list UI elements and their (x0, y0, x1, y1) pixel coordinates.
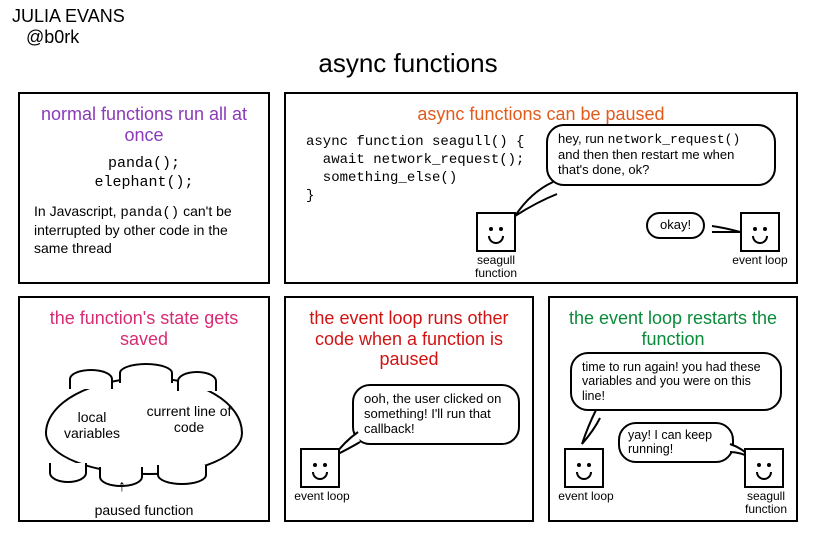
panel-event-loop-runs-other: the event loop runs other code when a fu… (284, 296, 534, 522)
bubble-code: network_request() (608, 132, 741, 147)
speech-bubble-seagull: hey, run network_request() and then then… (546, 124, 776, 186)
panel1-code: panda(); elephant(); (30, 155, 258, 193)
face-icon (566, 450, 602, 486)
panel5-title: the event loop restarts the function (560, 306, 786, 355)
speech-bubble-event-loop: ooh, the user clicked on something! I'll… (352, 384, 520, 445)
character-label: seagull function (466, 254, 526, 279)
author-handle: @b0rk (12, 27, 125, 48)
speech-bubble-yay: yay! I can keep running! (618, 422, 734, 463)
author-credit: JULIA EVANS @b0rk (12, 6, 125, 47)
bubble-text: and then then restart me when that's don… (558, 147, 734, 177)
speech-tail-icon (710, 220, 744, 238)
author-name: JULIA EVANS (12, 6, 125, 26)
panel1-title: normal functions run all at once (30, 102, 258, 151)
panel3-title: the function's state gets saved (30, 306, 258, 355)
character-event-loop (740, 212, 780, 252)
comic-title: async functions (0, 48, 816, 79)
panel4-title: the event loop runs other code when a fu… (296, 306, 522, 376)
character-event-loop (300, 448, 340, 488)
speech-tail-icon (511, 180, 561, 220)
panel-state-saved: the function's state gets saved local va… (18, 296, 270, 522)
character-label: event loop (730, 254, 790, 267)
thought-cloud: local variables current line of code (39, 365, 249, 495)
code-line: elephant(); (30, 174, 258, 193)
speech-bubble-restart: time to run again! you had these variabl… (570, 352, 782, 411)
code-line: panda(); (30, 155, 258, 174)
arrow-up-icon: ↑ (118, 478, 126, 496)
panel3-caption: paused function (20, 502, 268, 518)
panel1-note: In Javascript, panda() can't be interrup… (30, 203, 258, 258)
panel-event-loop-restarts: the event loop restarts the function tim… (548, 296, 798, 522)
face-icon (302, 450, 338, 486)
face-icon (746, 450, 782, 486)
cloud-text-right: current line of code (143, 403, 235, 435)
character-label: event loop (556, 490, 616, 503)
panel-normal-functions: normal functions run all at once panda()… (18, 92, 270, 284)
bubble-text: hey, run (558, 131, 608, 146)
note-code: panda() (120, 205, 179, 221)
character-event-loop (564, 448, 604, 488)
character-seagull-function (476, 212, 516, 252)
panel-async-paused: async functions can be paused async func… (284, 92, 798, 284)
speech-bubble-reply: okay! (646, 212, 705, 239)
face-icon (478, 214, 514, 250)
character-label: seagull function (736, 490, 796, 515)
speech-tail-icon (578, 408, 604, 448)
character-label: event loop (292, 490, 352, 503)
character-seagull-function (744, 448, 784, 488)
cloud-text-left: local variables (57, 409, 127, 441)
face-icon (742, 214, 778, 250)
note-text: In Javascript, (34, 203, 120, 219)
